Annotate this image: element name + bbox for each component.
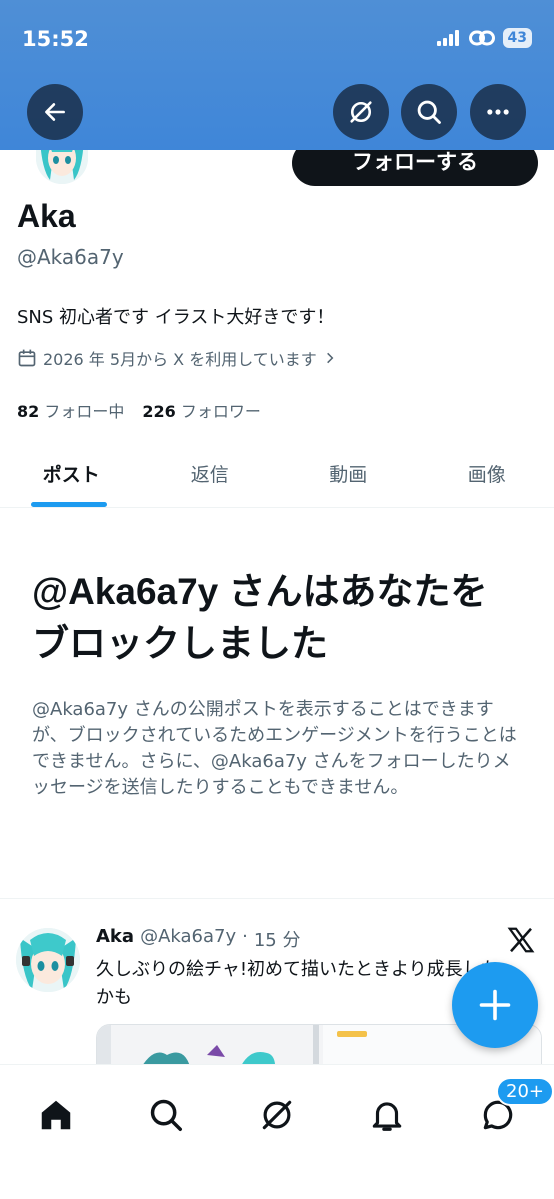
tab-videos[interactable]: 動画 xyxy=(277,440,416,507)
post-author-handle[interactable]: @Aka6a7y xyxy=(140,926,236,952)
followers-count: 226 xyxy=(142,402,176,421)
post-time: 15 分 xyxy=(253,930,301,951)
avatar-image xyxy=(16,928,80,992)
profile-name: Aka xyxy=(17,198,76,234)
bell-icon xyxy=(372,1102,402,1131)
divider xyxy=(0,898,554,899)
post-separator: · xyxy=(242,926,248,947)
profile-tabs: ポスト 返信 動画 画像 xyxy=(0,440,554,508)
messages-badge: 20+ xyxy=(496,1077,554,1106)
followers-label: フォロワー xyxy=(180,402,261,421)
tab-label: 画像 xyxy=(467,464,506,486)
following-count: 82 xyxy=(17,402,40,421)
post-author-name[interactable]: Aka xyxy=(96,926,134,952)
tab-posts[interactable]: ポスト xyxy=(0,440,139,507)
tab-label: 返信 xyxy=(190,464,229,486)
post-avatar[interactable] xyxy=(16,928,80,992)
grok-button[interactable] xyxy=(333,84,389,140)
followers-link[interactable]: 226 フォロワー xyxy=(142,398,261,422)
link-icon xyxy=(468,30,495,46)
search-button[interactable] xyxy=(401,84,457,140)
tab-replies[interactable]: 返信 xyxy=(139,440,278,507)
tab-active-indicator xyxy=(31,502,108,507)
x-logo-icon xyxy=(507,927,535,953)
tab-images[interactable]: 画像 xyxy=(416,440,554,507)
following-label: フォロー中 xyxy=(44,402,125,421)
tab-label: ポスト xyxy=(42,464,100,486)
back-button[interactable] xyxy=(27,84,83,140)
profile-handle: @Aka6a7y xyxy=(17,245,124,269)
nav-home[interactable] xyxy=(28,1087,84,1143)
post-header: Aka @Aka6a7y · 15 分 xyxy=(96,926,300,952)
more-button[interactable] xyxy=(470,84,526,140)
blocked-description: @Aka6a7y さんの公開ポストを表示することはできますが、ブロックされている… xyxy=(32,699,517,798)
search-icon xyxy=(417,100,441,124)
arrow-left-icon xyxy=(45,103,65,121)
following-link[interactable]: 82 フォロー中 xyxy=(17,398,124,422)
chevron-right-icon xyxy=(326,352,334,364)
blocked-title: @Aka6a7y さんはあなたをブロックしました xyxy=(32,571,488,664)
grok-icon xyxy=(350,101,372,123)
more-icon xyxy=(487,109,509,115)
plus-icon xyxy=(479,989,511,1021)
calendar-icon xyxy=(18,349,36,367)
nav-search[interactable] xyxy=(138,1087,194,1143)
nav-grok[interactable] xyxy=(249,1087,305,1143)
battery-indicator: 43 xyxy=(502,28,532,48)
bottom-navigation xyxy=(0,1064,554,1199)
status-time: 15:52 xyxy=(22,27,89,51)
compose-post-button[interactable] xyxy=(452,962,538,1048)
home-icon xyxy=(41,1100,71,1130)
joined-date-row[interactable]: 2026 年 5月から X を利用しています xyxy=(17,346,337,370)
grok-icon xyxy=(262,1100,292,1130)
follow-stats: 82 フォロー中 226 フォロワー xyxy=(17,398,261,422)
joined-date-text: 2026 年 5月から X を利用しています xyxy=(43,350,317,369)
tab-label: 動画 xyxy=(329,464,368,486)
profile-header-banner: 15:52 43 xyxy=(0,0,554,150)
search-icon xyxy=(150,1099,182,1131)
status-icons: 43 xyxy=(436,28,532,48)
nav-notifications[interactable] xyxy=(359,1087,415,1143)
profile-bio: SNS 初心者です イラスト大好きです！ xyxy=(17,307,335,328)
signal-icon xyxy=(436,30,459,46)
